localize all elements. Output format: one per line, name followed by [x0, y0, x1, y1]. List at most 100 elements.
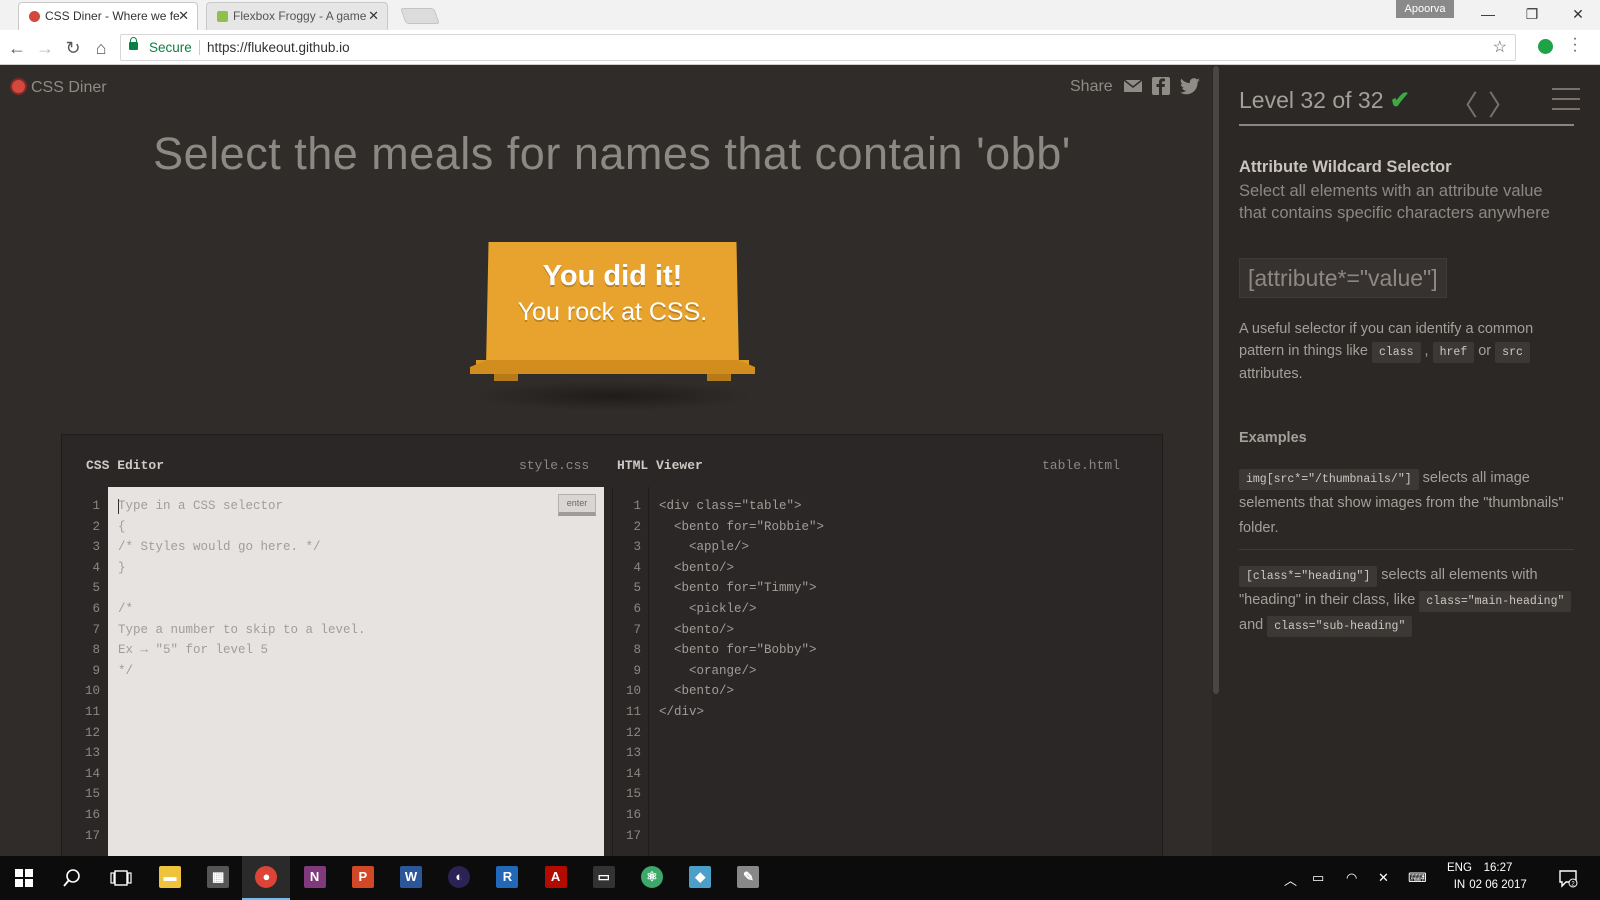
line-number: 2 — [92, 519, 100, 534]
taskbar-app-eclipse[interactable]: ◐ — [435, 856, 483, 900]
tab-css-diner[interactable]: CSS Diner - Where we fe ✕ — [18, 2, 198, 30]
atom-icon: ⚛ — [641, 866, 663, 888]
tab-flexbox-froggy[interactable]: Flexbox Froggy - A game ✕ — [206, 2, 388, 30]
scrollbar-thumb[interactable] — [1213, 66, 1219, 694]
html-code-line: <bento for="Timmy"> — [659, 581, 817, 596]
html-code-line: <bento for="Robbie"> — [659, 519, 825, 534]
twitter-icon[interactable] — [1179, 76, 1201, 96]
line-number: 13 — [625, 746, 641, 761]
taskbar-app-atom[interactable]: ⚛ — [628, 856, 676, 900]
forward-icon[interactable]: → — [32, 35, 58, 61]
css-editor-pane[interactable]: 1 2 3 4 5 6 7 8 9 10 11 12 13 14 15 16 17 Type in a CSS … — [72, 487, 604, 856]
html-code-line: </div> — [659, 705, 705, 719]
line-number: 17 — [84, 828, 100, 843]
profile-badge[interactable]: Apoorva — [1396, 0, 1454, 18]
battery-icon[interactable]: ▭ — [1312, 870, 1324, 886]
previous-level-icon[interactable]: 〈 — [1450, 84, 1478, 124]
facebook-icon[interactable] — [1151, 76, 1171, 96]
restore-button[interactable]: ❐ — [1512, 2, 1552, 26]
windows-taskbar: ▬ ▦ ● N P W ◐ R A ▭ ⚛ ◆ ✎ ︿ ▭ ◠ ✕ ⌨ ENG IN 16:27 02 … — [0, 856, 1600, 900]
wifi-icon[interactable]: ◠ — [1346, 870, 1357, 886]
url-input[interactable]: Secure https://flukeout.github.io ☆ — [120, 34, 1516, 61]
win-message-subtitle: You rock at CSS. — [517, 298, 708, 326]
show-hidden-icons-icon[interactable]: ︿ — [1284, 870, 1297, 889]
bento-table: You did it! You rock at CSS. — [470, 242, 755, 412]
date: 02 06 2017 — [1469, 879, 1527, 891]
selector-hint: A useful selector if you can identify a … — [1239, 318, 1569, 385]
enter-button[interactable]: enter — [558, 494, 596, 516]
frog-favicon-icon — [217, 11, 228, 22]
taskbar-app-word[interactable]: W — [387, 856, 435, 900]
back-icon[interactable]: ← — [4, 35, 30, 61]
level-menu-icon[interactable] — [1552, 88, 1580, 118]
search-icon[interactable] — [62, 868, 82, 888]
taskbar-app-acrobat[interactable]: A — [532, 856, 580, 900]
minimize-button[interactable]: — — [1468, 2, 1508, 26]
line-number: 2 — [633, 519, 641, 534]
taskbar-app-onenote[interactable]: N — [291, 856, 339, 900]
html-viewer-pane: 1 2 3 4 5 6 7 8 9 10 11 12 13 14 15 16 17 <div class="ta… — [612, 487, 1152, 856]
home-icon[interactable]: ⌂ — [88, 35, 114, 61]
close-icon[interactable]: ✕ — [368, 3, 379, 29]
taskbar-app-file-explorer[interactable]: ▬ — [146, 856, 194, 900]
game-area: CSS Diner Share Select the meals for nam… — [0, 66, 1212, 856]
browser-menu-icon[interactable]: · · · — [1570, 31, 1580, 59]
lock-icon — [129, 37, 138, 50]
line-number: 7 — [92, 622, 100, 637]
close-icon[interactable]: ✕ — [178, 3, 189, 29]
plate-logo-icon — [10, 78, 27, 95]
css-diner-favicon-icon — [29, 11, 40, 22]
hint-text: , — [1420, 343, 1433, 359]
html-code-line: <bento/> — [659, 684, 735, 699]
close-window-button[interactable]: ✕ — [1558, 2, 1598, 26]
email-icon[interactable] — [1123, 76, 1143, 96]
html-code-line: <div class="table"> — [659, 499, 802, 513]
line-number: 14 — [625, 766, 641, 781]
taskbar-app-notepad[interactable]: ◆ — [676, 856, 724, 900]
css-code-line: { — [118, 519, 126, 534]
table-front — [470, 360, 755, 374]
line-number: 12 — [84, 725, 100, 740]
volume-muted-icon[interactable]: ✕ — [1378, 870, 1389, 886]
editor-panel: CSS Editor style.css HTML Viewer table.h… — [61, 434, 1163, 856]
tab-title: Flexbox Froggy - A game — [233, 9, 367, 23]
hint-text: or — [1474, 343, 1496, 359]
line-number: 7 — [633, 622, 641, 637]
notifications-icon[interactable]: 2 — [1558, 868, 1578, 888]
code-chip: href — [1432, 342, 1475, 363]
keyboard-icon[interactable]: ⌨ — [1408, 870, 1427, 886]
example-text: and — [1239, 617, 1268, 633]
selector-name: Attribute Wildcard Selector — [1239, 158, 1452, 176]
extension-icon[interactable] — [1538, 39, 1553, 54]
next-level-icon[interactable]: 〉 — [1488, 84, 1516, 124]
address-bar-row: ← → ↻ ⌂ Secure https://flukeout.github.i… — [0, 30, 1600, 65]
taskbar-app-r-studio[interactable]: R — [483, 856, 531, 900]
line-number: 3 — [633, 540, 641, 555]
reload-icon[interactable]: ↻ — [60, 35, 86, 61]
css-code-line: } — [118, 560, 126, 575]
code-chip: [class*="heading"] — [1239, 566, 1378, 587]
line-number: 15 — [625, 787, 641, 802]
taskbar-app-calculator[interactable]: ▦ — [194, 856, 242, 900]
code-chip: class — [1372, 342, 1421, 363]
chrome-icon: ● — [255, 866, 278, 888]
windows-start-icon[interactable] — [15, 869, 33, 887]
taskbar-app-command-prompt[interactable]: ▭ — [580, 856, 628, 900]
system-clock[interactable]: 16:27 02 06 2017 — [1464, 860, 1532, 894]
new-tab-button[interactable] — [400, 8, 440, 24]
taskbar-app-chrome[interactable]: ● — [242, 856, 291, 900]
url-text: https://flukeout.github.io — [207, 40, 350, 55]
line-number: 17 — [625, 828, 641, 843]
line-number-gutter: 1 2 3 4 5 6 7 8 9 10 11 12 13 14 15 16 17 — [72, 487, 108, 856]
calculator-icon: ▦ — [207, 866, 230, 888]
bookmark-star-icon[interactable]: ☆ — [1493, 35, 1507, 60]
table-leg — [707, 374, 731, 381]
taskbar-app-powerpoint[interactable]: P — [339, 856, 387, 900]
taskbar-app-paint[interactable]: ✎ — [724, 856, 772, 900]
command-prompt-icon: ▭ — [592, 866, 615, 888]
divider — [1239, 549, 1574, 550]
css-code-line: Ex → "5" for level 5 — [118, 643, 269, 658]
task-view-icon[interactable] — [110, 869, 132, 887]
line-number: 4 — [633, 560, 641, 575]
logo[interactable]: CSS Diner — [10, 78, 107, 97]
